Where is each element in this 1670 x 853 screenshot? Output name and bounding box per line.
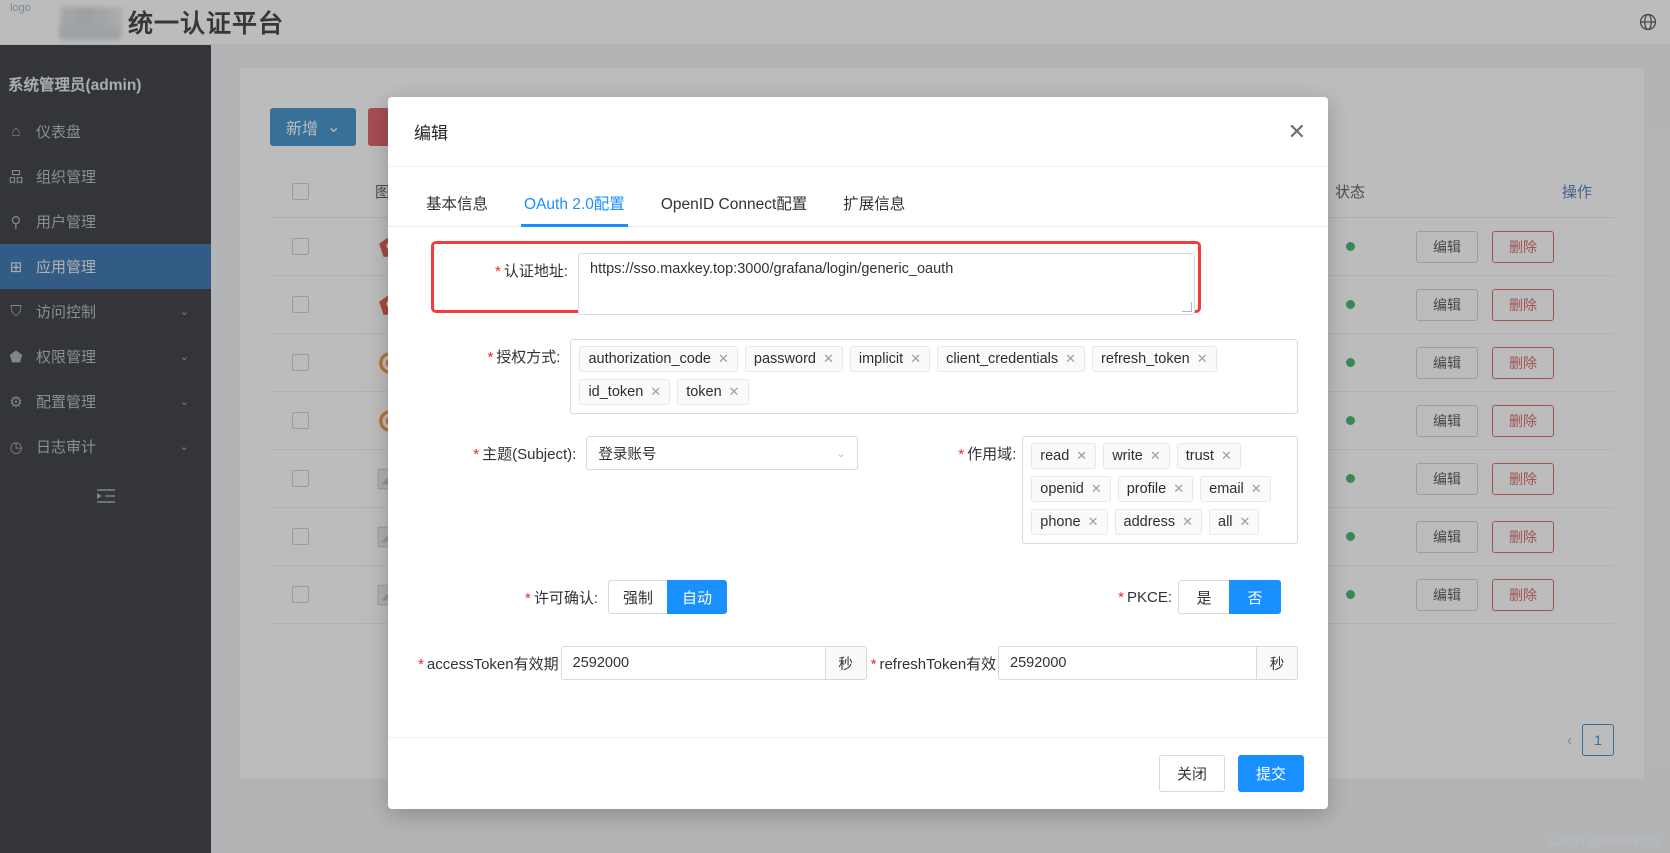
refresh-token-input-group: 秒 <box>998 646 1298 680</box>
grant-types-tag-input[interactable]: authorization_code ✕ password ✕ implicit ✕ … <box>570 339 1298 414</box>
subject-and-scope-row: * 主题(Subject): 登录账号 ⌄ * 作用域: read ✕ write ✕ … <box>418 436 1298 544</box>
tag-read[interactable]: read ✕ <box>1031 443 1097 469</box>
required-asterisk: * <box>494 263 501 280</box>
auth-url-label: * 认证地址: <box>494 263 568 280</box>
subject-value: 登录账号 <box>598 446 657 463</box>
approval-label: * 许可确认: <box>524 589 598 607</box>
tag-remove-icon[interactable]: ✕ <box>1076 448 1087 464</box>
access-token-label: * accessToken有效期 <box>418 655 559 673</box>
resize-handle-icon[interactable] <box>1182 302 1192 312</box>
required-asterisk: * <box>1118 588 1125 606</box>
tag-remove-icon[interactable]: ✕ <box>650 384 661 400</box>
tag-client-credentials[interactable]: client_credentials ✕ <box>937 346 1086 372</box>
tab-openid-connect-config[interactable]: OpenID Connect配置 <box>661 192 807 226</box>
auth-url-value: https://sso.maxkey.top:3000/grafana/logi… <box>590 261 954 277</box>
refresh-token-input[interactable] <box>998 646 1256 680</box>
close-icon[interactable]: ✕ <box>1288 120 1306 143</box>
tag-phone[interactable]: phone ✕ <box>1031 509 1108 535</box>
approval-option-force[interactable]: 强制 <box>608 580 669 614</box>
tag-remove-icon[interactable]: ✕ <box>718 351 729 367</box>
tag-remove-icon[interactable]: ✕ <box>1150 448 1161 464</box>
tag-refresh-token[interactable]: refresh_token ✕ <box>1092 346 1217 372</box>
subject-label: * 主题(Subject): <box>473 446 577 463</box>
dialog-footer: 关闭 提交 <box>388 737 1328 809</box>
tag-openid[interactable]: openid ✕ <box>1031 476 1111 502</box>
scopes-label: * 作用域: <box>958 446 1017 463</box>
approval-and-pkce-row: * 许可确认: 强制 自动 * PKCE: 是 否 <box>418 580 1298 614</box>
grant-types-field-row: * 授权方式: authorization_code ✕ password ✕ imp… <box>418 339 1298 414</box>
tag-password[interactable]: password ✕ <box>744 346 843 372</box>
access-token-input[interactable] <box>560 646 825 680</box>
required-asterisk: * <box>418 655 424 673</box>
auth-url-field-row: * 认证地址: https://sso.maxkey.top:3000/grafa… <box>418 253 1298 315</box>
access-token-input-group: 秒 <box>560 646 867 680</box>
tag-remove-icon[interactable]: ✕ <box>1091 481 1102 497</box>
tag-profile[interactable]: profile ✕ <box>1117 476 1194 502</box>
grant-types-label: * 授权方式: <box>487 349 561 366</box>
tag-id-token[interactable]: id_token ✕ <box>579 379 671 405</box>
refresh-token-unit: 秒 <box>1256 646 1298 680</box>
dialog-tabs: 基本信息 OAuth 2.0配置 OpenID Connect配置 扩展信息 <box>388 167 1328 227</box>
pkce-option-no[interactable]: 否 <box>1229 580 1282 614</box>
close-button[interactable]: 关闭 <box>1158 755 1225 792</box>
pkce-option-yes[interactable]: 是 <box>1178 580 1231 614</box>
required-asterisk: * <box>958 446 965 463</box>
required-asterisk: * <box>870 655 877 673</box>
approval-segmented-control: 强制 自动 <box>608 580 728 614</box>
dialog-header: 编辑 ✕ <box>388 97 1328 167</box>
tag-trust[interactable]: trust ✕ <box>1176 443 1241 469</box>
tag-remove-icon[interactable]: ✕ <box>1182 514 1193 530</box>
pkce-label: * PKCE: <box>1118 588 1173 606</box>
tag-email[interactable]: email ✕ <box>1200 476 1271 502</box>
tag-remove-icon[interactable]: ✕ <box>1240 514 1251 530</box>
tag-remove-icon[interactable]: ✕ <box>729 384 740 400</box>
tag-remove-icon[interactable]: ✕ <box>1221 448 1232 464</box>
access-token-unit: 秒 <box>824 646 867 680</box>
edit-application-dialog: 编辑 ✕ 基本信息 OAuth 2.0配置 OpenID Connect配置 扩… <box>388 97 1328 809</box>
scopes-tag-input[interactable]: read ✕ write ✕ trust ✕ openid ✕ profile ✕ ema… <box>1022 436 1298 544</box>
dialog-body: * 认证地址: https://sso.maxkey.top:3000/grafa… <box>388 227 1328 737</box>
tag-address[interactable]: address ✕ <box>1114 509 1202 535</box>
pkce-segmented-control: 是 否 <box>1178 580 1282 614</box>
tag-all[interactable]: all ✕ <box>1209 509 1260 535</box>
required-asterisk: * <box>487 349 494 366</box>
tag-token[interactable]: token ✕ <box>677 379 749 405</box>
tag-remove-icon[interactable]: ✕ <box>1173 481 1184 497</box>
tag-remove-icon[interactable]: ✕ <box>1065 351 1076 367</box>
required-asterisk: * <box>524 589 531 607</box>
tab-extended-info[interactable]: 扩展信息 <box>843 192 905 226</box>
required-asterisk: * <box>473 446 480 463</box>
tag-remove-icon[interactable]: ✕ <box>910 351 921 367</box>
tag-write[interactable]: write ✕ <box>1103 443 1170 469</box>
chevron-down-icon: ⌄ <box>836 447 846 460</box>
tag-implicit[interactable]: implicit ✕ <box>849 346 931 372</box>
app-root: logo 统一认证平台 系统管理员(admin) ⌂ 仪表盘 品 组织管理 ⚲ … <box>0 0 1670 853</box>
tab-basic-info[interactable]: 基本信息 <box>426 192 488 226</box>
submit-button[interactable]: 提交 <box>1237 755 1304 792</box>
dialog-title: 编辑 <box>414 124 448 143</box>
watermark: CSDN @memory23 <box>1549 834 1660 848</box>
refresh-token-label: *refreshToken有效期 <box>870 655 996 673</box>
tag-authorization-code[interactable]: authorization_code ✕ <box>579 346 738 372</box>
tag-remove-icon[interactable]: ✕ <box>823 351 834 367</box>
approval-option-auto[interactable]: 自动 <box>667 580 728 614</box>
tag-remove-icon[interactable]: ✕ <box>1088 514 1099 530</box>
token-expiry-row: *accessToken有效期 秒 *refreshToken有效期 秒 <box>418 646 1298 680</box>
tab-oauth2-config[interactable]: OAuth 2.0配置 <box>521 192 628 227</box>
tag-remove-icon[interactable]: ✕ <box>1251 481 1262 497</box>
subject-select[interactable]: 登录账号 ⌄ <box>586 436 858 470</box>
auth-url-input[interactable]: https://sso.maxkey.top:3000/grafana/logi… <box>578 253 1195 315</box>
tag-remove-icon[interactable]: ✕ <box>1197 351 1208 367</box>
